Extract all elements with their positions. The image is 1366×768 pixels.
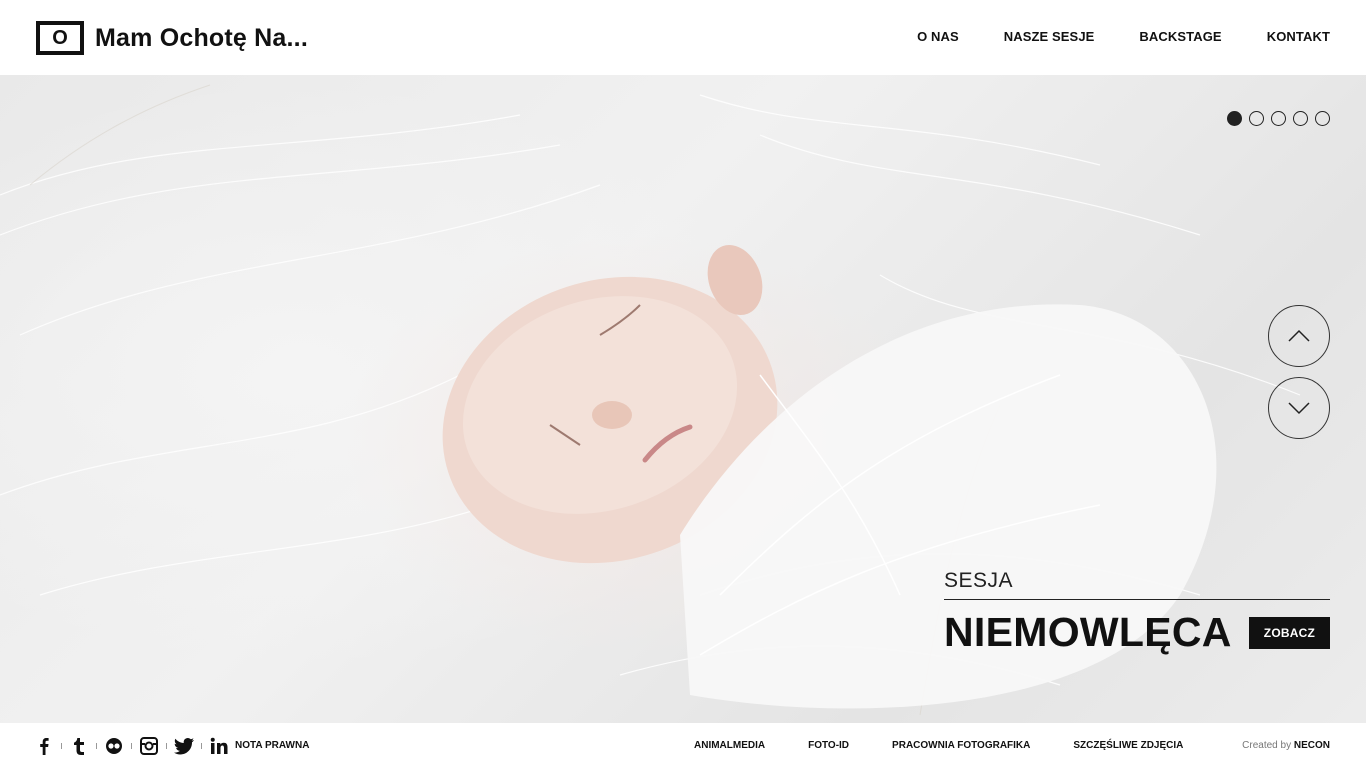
slider-prev-button[interactable] <box>1268 305 1330 367</box>
site-header: O Mam Ochotę Na... O NAS NASZE SESJE BAC… <box>0 0 1366 75</box>
slider-dot-3[interactable] <box>1271 111 1286 126</box>
site-logo[interactable]: O Mam Ochotę Na... <box>36 21 308 55</box>
hero-slider: SESJA NIEMOWLĘCA ZOBACZ <box>0 75 1366 723</box>
separator <box>201 743 202 749</box>
caption-subtitle: SESJA <box>944 569 1014 592</box>
footer-partner-links: ANIMALMEDIA FOTO-ID PRACOWNIA FOTOGRAFIK… <box>694 740 1183 751</box>
footer-link-animalmedia[interactable]: ANIMALMEDIA <box>694 740 765 751</box>
zobacz-button[interactable]: ZOBACZ <box>1248 616 1330 649</box>
caption-divider <box>944 599 1330 600</box>
footer-link-pracownia-fotografika[interactable]: PRACOWNIA FOTOGRAFIKA <box>892 740 1030 751</box>
nav-backstage[interactable]: BACKSTAGE <box>1139 29 1221 44</box>
credit: Created by NECON <box>1242 740 1330 751</box>
slider-next-button[interactable] <box>1268 377 1330 439</box>
credit-prefix: Created by <box>1242 740 1292 751</box>
slider-dot-5[interactable] <box>1315 111 1330 126</box>
instagram-icon[interactable] <box>139 736 159 756</box>
footer-link-szczesliwe-zdjecia[interactable]: SZCZĘŚLIWE ZDJĘCIA <box>1073 740 1183 751</box>
slider-pagination <box>1227 111 1330 126</box>
social-links <box>34 736 229 756</box>
nav-kontakt[interactable]: KONTAKT <box>1267 29 1330 44</box>
separator <box>166 743 167 749</box>
nav-nasze-sesje[interactable]: NASZE SESJE <box>1004 29 1095 44</box>
slide-caption: SESJA NIEMOWLĘCA ZOBACZ <box>944 569 1330 656</box>
nav-o-nas[interactable]: O NAS <box>917 29 959 44</box>
credit-name-link[interactable]: NECON <box>1294 740 1330 751</box>
chevron-up-icon <box>1288 329 1310 342</box>
slider-dot-1[interactable] <box>1227 111 1242 126</box>
separator <box>61 743 62 749</box>
caption-title: NIEMOWLĘCA <box>944 609 1232 655</box>
logo-mark-letter: O <box>52 27 68 49</box>
site-footer: NOTA PRAWNA ANIMALMEDIA FOTO-ID PRACOWNI… <box>0 723 1366 768</box>
logo-text: Mam Ochotę Na... <box>95 23 308 52</box>
separator <box>96 743 97 749</box>
facebook-icon[interactable] <box>34 736 54 756</box>
chevron-down-icon <box>1288 402 1310 415</box>
separator <box>131 743 132 749</box>
flickr-icon[interactable] <box>104 736 124 756</box>
slider-dot-2[interactable] <box>1249 111 1264 126</box>
main-nav: O NAS NASZE SESJE BACKSTAGE KONTAKT <box>917 29 1330 44</box>
legal-notice-link[interactable]: NOTA PRAWNA <box>235 740 309 751</box>
twitter-icon[interactable] <box>174 736 194 756</box>
slider-dot-4[interactable] <box>1293 111 1308 126</box>
tumblr-icon[interactable] <box>69 736 89 756</box>
linkedin-icon[interactable] <box>209 736 229 756</box>
footer-link-foto-id[interactable]: FOTO-ID <box>808 740 849 751</box>
logo-mark: O <box>36 21 84 55</box>
